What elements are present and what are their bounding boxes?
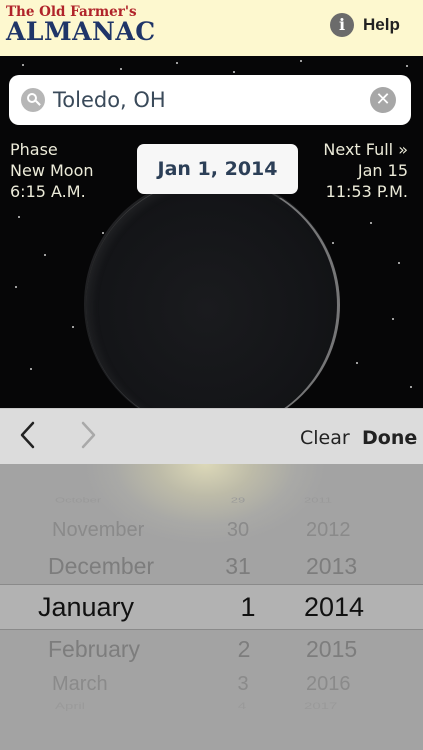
- clear-button[interactable]: Clear: [300, 427, 350, 449]
- date-button[interactable]: Jan 1, 2014: [137, 144, 298, 194]
- picker-year-2012[interactable]: 2012: [306, 519, 351, 542]
- done-button[interactable]: Done: [362, 427, 417, 449]
- picker-month-november[interactable]: November: [52, 519, 144, 542]
- location-input[interactable]: Toledo, OH: [53, 88, 166, 112]
- next-full-time: 11:53 P.M.: [325, 182, 408, 201]
- chevron-right-icon[interactable]: [78, 420, 98, 450]
- app-header: The Old Farmer's ALMANAC i Help: [0, 0, 423, 56]
- picker-day-3[interactable]: 3: [213, 673, 273, 696]
- search-icon: [21, 88, 45, 112]
- picker-year-2016[interactable]: 2016: [306, 673, 351, 696]
- picker-month-april[interactable]: April: [55, 701, 85, 711]
- chevron-left-icon[interactable]: [18, 420, 38, 450]
- picker-day-2[interactable]: 2: [214, 636, 274, 663]
- picker-year-2013[interactable]: 2013: [306, 553, 357, 580]
- picker-month-march[interactable]: March: [52, 673, 108, 696]
- picker-year-2014[interactable]: 2014: [304, 592, 364, 623]
- picker-day-1[interactable]: 1: [218, 592, 278, 623]
- phase-time: 6:15 A.M.: [10, 182, 86, 201]
- help-button[interactable]: Help: [363, 15, 400, 35]
- picker-year-2011[interactable]: 2011: [304, 496, 332, 504]
- clear-icon[interactable]: ✕: [370, 87, 396, 113]
- next-full-label[interactable]: Next Full »: [323, 139, 408, 160]
- phase-info: Phase New Moon 6:15 A.M.: [10, 139, 94, 202]
- picker-toolbar: [0, 408, 423, 464]
- picker-day-29[interactable]: 29: [208, 496, 268, 504]
- moon-crescent-rim: [86, 178, 340, 432]
- next-full-info[interactable]: Next Full » Jan 15 11:53 P.M.: [323, 139, 408, 202]
- picker-year-2015[interactable]: 2015: [306, 636, 357, 663]
- picker-month-december[interactable]: December: [48, 553, 154, 580]
- picker-day-31[interactable]: 31: [208, 553, 268, 580]
- picker-month-february[interactable]: February: [48, 636, 140, 663]
- phase-label: Phase: [10, 140, 58, 159]
- picker-day-30[interactable]: 30: [208, 519, 268, 542]
- picker-day-4[interactable]: 4: [212, 701, 272, 711]
- picker-month-january[interactable]: January: [38, 592, 134, 623]
- location-search[interactable]: Toledo, OH ✕: [9, 75, 411, 125]
- phase-name: New Moon: [10, 161, 94, 180]
- almanac-logo[interactable]: The Old Farmer's ALMANAC: [6, 5, 156, 51]
- picker-year-2017[interactable]: 2017: [304, 701, 337, 711]
- logo-main-text: ALMANAC: [6, 17, 156, 46]
- picker-month-october[interactable]: October: [55, 496, 101, 504]
- info-icon[interactable]: i: [330, 13, 354, 37]
- next-full-date: Jan 15: [357, 161, 408, 180]
